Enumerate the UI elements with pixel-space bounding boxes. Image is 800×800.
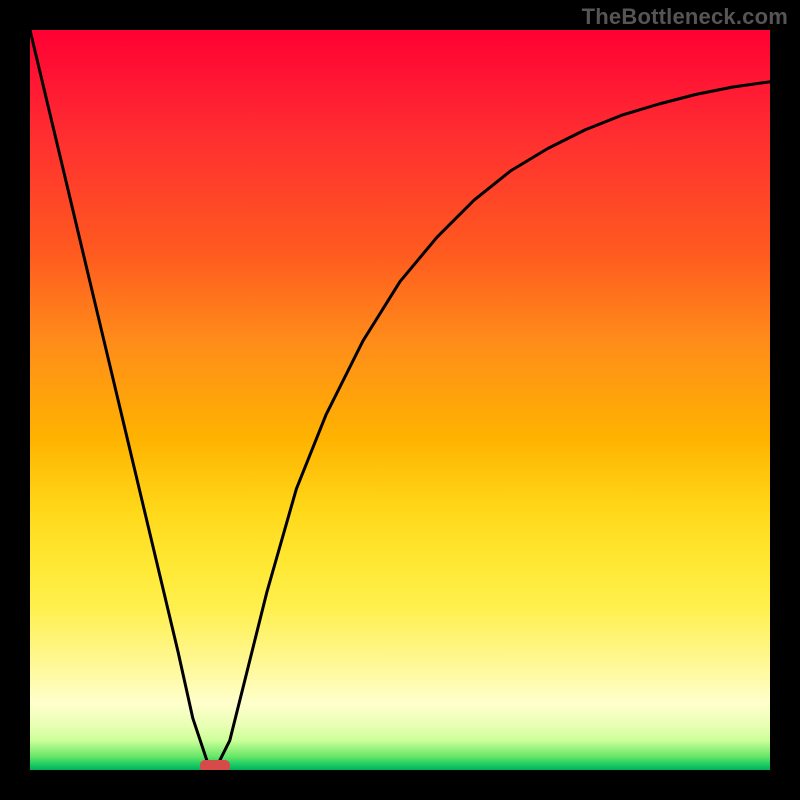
chart-frame: TheBottleneck.com — [0, 0, 800, 800]
optimum-marker — [200, 760, 230, 770]
bottleneck-curve — [30, 30, 770, 770]
plot-area — [30, 30, 770, 770]
chart-svg — [30, 30, 770, 770]
watermark-label: TheBottleneck.com — [582, 4, 788, 30]
